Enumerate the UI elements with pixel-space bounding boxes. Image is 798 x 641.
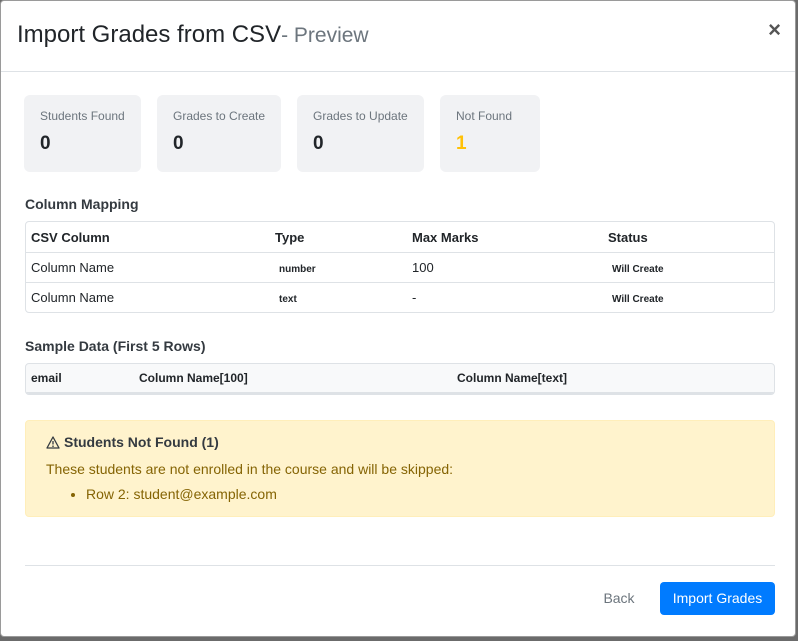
footer-divider	[25, 565, 775, 566]
cell-status: Will Create	[603, 253, 774, 283]
cell-type: text	[270, 282, 407, 312]
column-mapping-table-wrap: CSV Column Type Max Marks Status Column …	[25, 221, 775, 313]
stat-label: Grades to Create	[173, 109, 266, 123]
header-column-name-100: Column Name[100]	[134, 364, 452, 394]
import-grades-button[interactable]: Import Grades	[660, 582, 775, 615]
cell-column: Column Name	[31, 260, 115, 275]
list-item: Row 2: student@example.com	[86, 486, 277, 502]
header-column-name-text: Column Name[text]	[452, 364, 774, 394]
header-email: email	[26, 364, 134, 394]
stat-label: Not Found	[456, 109, 513, 123]
table-header-row: email Column Name[100] Column Name[text]	[26, 364, 774, 394]
cell-status: Will Create	[603, 282, 774, 312]
modal-title-text: Import Grades from CSV	[17, 21, 282, 48]
alert-description: These students are not enrolled in the c…	[46, 461, 454, 477]
stat-value: 0	[40, 133, 51, 154]
stat-grades-to-create: Grades to Create 0	[157, 95, 281, 172]
header-csv-column: CSV Column	[26, 222, 270, 253]
back-button[interactable]: Back	[591, 582, 647, 615]
warning-icon	[46, 435, 60, 449]
not-found-alert: Students Not Found (1) These students ar…	[25, 420, 775, 517]
modal-header: Import Grades from CSV- Preview ×	[1, 1, 795, 72]
status-badge: Will Create	[612, 294, 664, 305]
sample-data-table-wrap: email Column Name[100] Column Name[text]	[25, 363, 775, 395]
stat-label: Students Found	[40, 109, 125, 123]
stat-grades-to-update: Grades to Update 0	[297, 95, 424, 172]
alert-title: Students Not Found (1)	[46, 434, 219, 450]
table-header-row: CSV Column Type Max Marks Status	[26, 222, 774, 253]
sample-data-table: email Column Name[100] Column Name[text]	[26, 364, 774, 394]
stat-value: 0	[173, 133, 184, 154]
column-mapping-title: Column Mapping	[25, 196, 139, 212]
stat-value: 1	[456, 133, 467, 154]
stat-label: Grades to Update	[313, 109, 408, 123]
column-mapping-table: CSV Column Type Max Marks Status Column …	[26, 222, 774, 312]
sample-data-title: Sample Data (First 5 Rows)	[25, 338, 206, 354]
not-found-list: Row 2: student@example.com	[46, 486, 277, 502]
header-status: Status	[603, 222, 774, 253]
stat-not-found: Not Found 1	[440, 95, 540, 172]
cell-type: number	[270, 253, 407, 283]
status-badge: Will Create	[612, 264, 664, 275]
type-badge: text	[279, 294, 297, 305]
alert-title-text: Students Not Found (1)	[64, 434, 219, 450]
table-row: Column Name number 100 Will Create	[26, 253, 774, 283]
close-icon[interactable]: ×	[768, 19, 781, 41]
stat-students-found: Students Found 0	[24, 95, 141, 172]
type-badge: number	[279, 264, 316, 275]
cell-max: 100	[412, 260, 434, 275]
header-type: Type	[270, 222, 407, 253]
cell-column: Column Name	[26, 282, 270, 312]
stat-value: 0	[313, 133, 324, 154]
import-grades-modal: Import Grades from CSV- Preview × Studen…	[0, 0, 796, 637]
cell-max: -	[407, 282, 603, 312]
modal-subtitle: - Preview	[281, 24, 369, 47]
table-row: Column Name text - Will Create	[26, 282, 774, 312]
header-max-marks: Max Marks	[407, 222, 603, 253]
modal-title: Import Grades from CSV- Preview	[17, 21, 369, 49]
